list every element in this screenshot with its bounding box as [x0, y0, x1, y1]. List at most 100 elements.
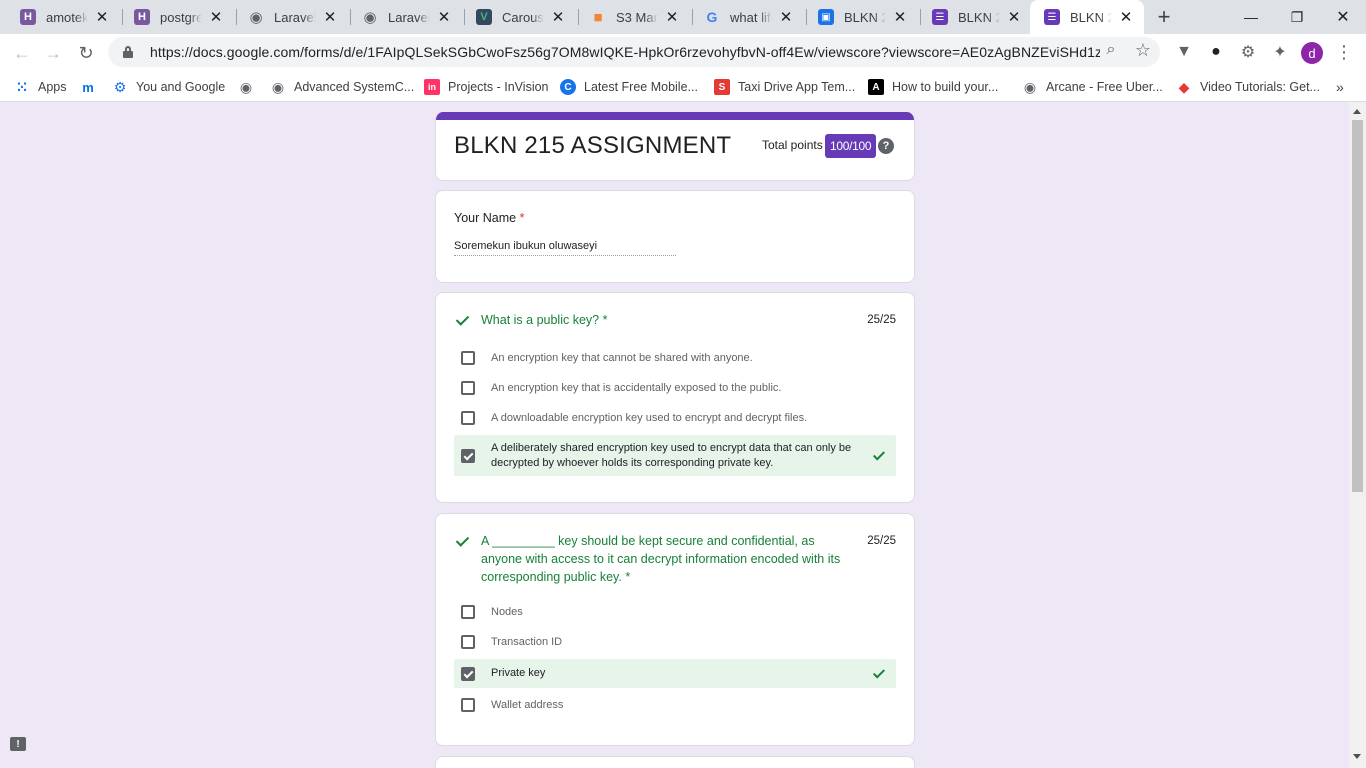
codecanyon-icon: C — [560, 79, 576, 95]
browser-tab[interactable]: ◉ Laravel V ✕ — [234, 0, 348, 34]
bookmark-apps[interactable]: ⁙ Apps — [14, 76, 67, 98]
question-card: What is a public key? * 25/25 An encrypt… — [435, 292, 915, 503]
bookmark-taxi-drive[interactable]: S Taxi Drive App Tem... — [714, 76, 855, 98]
close-icon[interactable]: ✕ — [1118, 9, 1134, 26]
scroll-up-arrow-icon[interactable] — [1353, 109, 1361, 114]
browser-tab[interactable]: ☰ BLKN 215 ✕ — [918, 0, 1032, 34]
feedback-icon[interactable]: ! — [10, 737, 26, 751]
scroll-down-arrow-icon[interactable] — [1353, 754, 1361, 759]
question-score: 25/25 — [867, 535, 896, 547]
bookmark-monday[interactable]: m — [80, 76, 104, 98]
back-arrow-icon[interactable]: ← — [9, 40, 35, 66]
scrollbar-thumb[interactable] — [1352, 120, 1363, 492]
restore-button[interactable]: ❐ — [1274, 0, 1320, 34]
total-points-badge: 100/100 — [825, 134, 877, 158]
answer-option-selected: Private key — [454, 659, 896, 688]
correct-answer-check-icon — [872, 449, 886, 463]
close-icon[interactable]: ✕ — [892, 9, 908, 26]
menu-kebab-icon[interactable]: ⋮ — [1334, 42, 1354, 62]
tab-title: Laravel V — [388, 9, 430, 25]
tab-title: amotekun — [46, 9, 88, 25]
close-icon[interactable]: ✕ — [778, 9, 794, 26]
bookmark-label: Video Tutorials: Get... — [1200, 80, 1320, 94]
close-icon[interactable]: ✕ — [1006, 9, 1022, 26]
url-text[interactable]: https://docs.google.com/forms/d/e/1FAIpQ… — [150, 44, 1100, 60]
checkbox — [461, 698, 475, 712]
minimize-button[interactable]: — — [1228, 0, 1274, 34]
close-icon[interactable]: ✕ — [94, 9, 110, 26]
globe-icon: ◉ — [249, 9, 263, 26]
browser-tab[interactable]: H amotekun ✕ — [6, 0, 120, 34]
browser-tab[interactable]: ▣ BLKN 215 ✕ — [804, 0, 918, 34]
answer-option-selected: A deliberately shared encryption key use… — [454, 435, 896, 476]
bookmark-you-and-google[interactable]: ⚙ You and Google — [112, 76, 225, 98]
bookmark-label: Latest Free Mobile... — [584, 80, 698, 94]
address-bar[interactable]: https://docs.google.com/forms/d/e/1FAIpQ… — [108, 37, 1160, 67]
bookmark-label: Advanced SystemC... — [294, 80, 415, 94]
bookmark-latest-free-mobile[interactable]: C Latest Free Mobile... — [560, 76, 698, 98]
page-scrollbar[interactable] — [1349, 102, 1366, 768]
name-question-card: Your Name * Soremekun ibukun oluwaseyi — [435, 190, 915, 283]
zoom-icon[interactable]: ⌕ — [1101, 40, 1121, 60]
bookmark-video-tutorials[interactable]: ◆ Video Tutorials: Get... — [1176, 76, 1320, 98]
option-text: Transaction ID — [491, 635, 563, 648]
template-icon: S — [714, 79, 730, 95]
question-card: A _________ key should be kept secure an… — [435, 513, 915, 746]
window-close-button[interactable]: ✕ — [1320, 0, 1366, 34]
forms-icon: ☰ — [932, 9, 948, 25]
google-icon: G — [706, 9, 718, 25]
browser-tab[interactable]: H postgresql ✕ — [120, 0, 234, 34]
close-icon[interactable]: ✕ — [208, 9, 224, 26]
bookmarks-bar: ⁙ Apps m ⚙ You and Google ◉ ◉ Advanced S… — [0, 71, 1366, 102]
tab-title: BLKN 215 — [1070, 9, 1112, 25]
vue-icon: V — [476, 9, 492, 25]
extension-circle-icon[interactable]: ● — [1206, 42, 1226, 62]
browser-tab[interactable]: ■ S3 Mana ✕ — [576, 0, 690, 34]
tab-title: S3 Mana — [616, 9, 658, 25]
close-icon[interactable]: ✕ — [550, 9, 566, 26]
close-icon[interactable]: ✕ — [436, 9, 452, 26]
heroku-icon: H — [134, 9, 150, 25]
close-icon[interactable]: ✕ — [322, 9, 338, 26]
question-text: What is a public key? — [481, 313, 600, 327]
more-bookmarks-chevron-icon[interactable]: » — [1336, 76, 1344, 98]
profile-avatar[interactable]: d — [1301, 42, 1323, 64]
bookmark-invision[interactable]: in Projects - InVision — [424, 76, 549, 98]
bookmark-star-icon[interactable]: ☆ — [1133, 40, 1153, 60]
bookmark-globe[interactable]: ◉ — [238, 76, 262, 98]
bookmark-how-to-build[interactable]: A How to build your... — [868, 76, 998, 98]
option-text: Nodes — [491, 605, 523, 618]
browser-toolbar: ← → ↻ https://docs.google.com/forms/d/e/… — [0, 34, 1366, 71]
browser-tab[interactable]: ◉ Laravel V ✕ — [348, 0, 462, 34]
bookmark-label: Apps — [38, 80, 67, 94]
browser-tab-active[interactable]: ☰ BLKN 215 ✕ — [1030, 0, 1144, 34]
vuejs-devtools-icon[interactable]: ▼ — [1174, 42, 1194, 62]
option-text: Private key — [491, 667, 546, 679]
tab-title: BLKN 215 — [958, 9, 1000, 25]
settings-extension-icon[interactable]: ⚙ — [1238, 42, 1258, 62]
lock-icon[interactable] — [122, 45, 134, 59]
form-header-card: BLKN 215 ASSIGNMENT Total points 100/100… — [435, 112, 915, 181]
close-icon[interactable]: ✕ — [664, 9, 680, 26]
bookmark-icon: ◆ — [1178, 78, 1190, 95]
forward-arrow-icon[interactable]: → — [40, 40, 66, 66]
extensions-puzzle-icon[interactable]: ✦ — [1270, 42, 1290, 62]
browser-tab[interactable]: G what lifec ✕ — [690, 0, 804, 34]
new-tab-button[interactable]: + — [1152, 4, 1176, 29]
contacts-icon: ▣ — [818, 9, 834, 25]
globe-icon: ◉ — [363, 9, 377, 26]
invision-icon: in — [424, 79, 440, 95]
answer-option: An encryption key that cannot be shared … — [454, 348, 896, 368]
tab-strip: H amotekun ✕ H postgresql ✕ ◉ Laravel V … — [0, 0, 1366, 34]
reload-icon[interactable]: ↻ — [73, 40, 99, 66]
answer-option: An encryption key that is accidentally e… — [454, 378, 896, 398]
form-accent-bar — [436, 112, 914, 120]
browser-tab[interactable]: V Carousel ✕ — [462, 0, 576, 34]
help-icon[interactable]: ? — [878, 138, 894, 154]
bookmark-arcane[interactable]: ◉ Arcane - Free Uber... — [1022, 76, 1163, 98]
arcane-icon: A — [868, 79, 884, 95]
question-text: A _________ key should be kept secure an… — [481, 534, 841, 584]
bookmark-label: You and Google — [136, 80, 226, 94]
required-asterisk: * — [625, 570, 631, 584]
bookmark-advanced-systemc[interactable]: ◉ Advanced SystemC... — [270, 76, 414, 98]
